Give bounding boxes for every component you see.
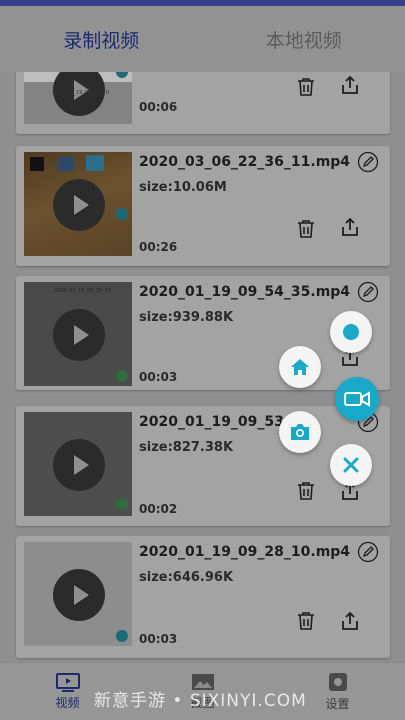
thumb-badge (116, 630, 128, 642)
nav-label: 设置 (325, 697, 350, 711)
video-size: size:827.38K (139, 440, 234, 455)
video-duration: 00:02 (139, 502, 178, 516)
thumb-badge (116, 370, 128, 382)
video-duration: 00:06 (139, 100, 178, 114)
watermark-text: 新意手游 • SIXINYI.COM (94, 691, 307, 711)
delete-icon[interactable] (295, 480, 317, 502)
share-icon[interactable] (339, 74, 361, 96)
thumb-badge (116, 498, 128, 510)
play-icon[interactable] (53, 569, 105, 621)
thumb-caption: 2020_01_19_09_28_10 (54, 288, 112, 294)
gear-icon (328, 673, 347, 691)
video-list[interactable]: 2020_01_19_09_28_10 00:06 2020_03_06_22_… (0, 72, 405, 662)
video-size: size:10.06M (139, 180, 227, 195)
delete-icon[interactable] (295, 610, 317, 632)
tab-local-video[interactable]: 本地视频 (203, 6, 405, 72)
share-icon[interactable] (339, 610, 361, 632)
video-filename: 2020_03_06_22_36_11.mp4 (139, 154, 351, 170)
video-thumbnail[interactable] (24, 152, 132, 256)
app-icon (86, 155, 104, 171)
close-icon (343, 457, 359, 473)
video-card[interactable]: 2020_01_19_09_28_10 00:06 (16, 72, 390, 134)
video-size: size:939.88K (139, 310, 234, 325)
record-dot-icon (343, 324, 359, 340)
video-filename: 2020_01_19_09_28_10.mp4 (139, 544, 351, 560)
delete-icon[interactable] (295, 218, 317, 240)
video-thumbnail[interactable] (24, 542, 132, 646)
home-button[interactable] (279, 346, 321, 388)
video-duration: 00:03 (139, 632, 178, 646)
camera-icon (291, 424, 309, 440)
video-monitor-icon (55, 673, 80, 692)
video-thumbnail[interactable]: 2020_01_19_09_28_10 (24, 72, 132, 124)
screenshot-button[interactable] (279, 411, 321, 453)
edit-icon[interactable] (357, 151, 379, 173)
top-tab-bar: 录制视频 本地视频 (0, 6, 405, 72)
edit-icon[interactable] (357, 281, 379, 303)
play-icon[interactable] (53, 309, 105, 361)
thumb-badge (116, 208, 128, 220)
video-camera-icon (344, 391, 370, 407)
delete-icon[interactable] (295, 76, 317, 98)
video-card[interactable]: 2020_03_06_22_36_11.mp4 size:10.06M 00:2… (16, 146, 390, 266)
video-duration: 00:03 (139, 370, 178, 384)
play-icon[interactable] (53, 439, 105, 491)
video-duration: 00:26 (139, 240, 178, 254)
app-icon (30, 157, 44, 171)
play-icon[interactable] (53, 179, 105, 231)
video-filename: 2020_01_19_09_54_35.mp4 (139, 284, 351, 300)
video-camera-toggle[interactable] (335, 377, 379, 421)
share-icon[interactable] (339, 216, 361, 238)
video-thumbnail[interactable] (24, 412, 132, 516)
app-icon (58, 157, 74, 171)
record-button[interactable] (330, 311, 372, 353)
video-size: size:646.96K (139, 570, 234, 585)
close-menu-button[interactable] (330, 444, 372, 486)
edit-icon[interactable] (357, 541, 379, 563)
video-filename: 2020_01_19_09_53 (139, 414, 284, 430)
nav-label: 视频 (55, 696, 80, 710)
home-icon (291, 359, 309, 375)
video-card[interactable]: 2020_01_19_09_28_10.mp4 size:646.96K 00:… (16, 536, 390, 658)
thumb-caption: 2020_01_19_09_28_10 (52, 90, 110, 96)
tab-record-video[interactable]: 录制视频 (0, 6, 203, 72)
video-thumbnail[interactable]: 2020_01_19_09_28_10 (24, 282, 132, 386)
